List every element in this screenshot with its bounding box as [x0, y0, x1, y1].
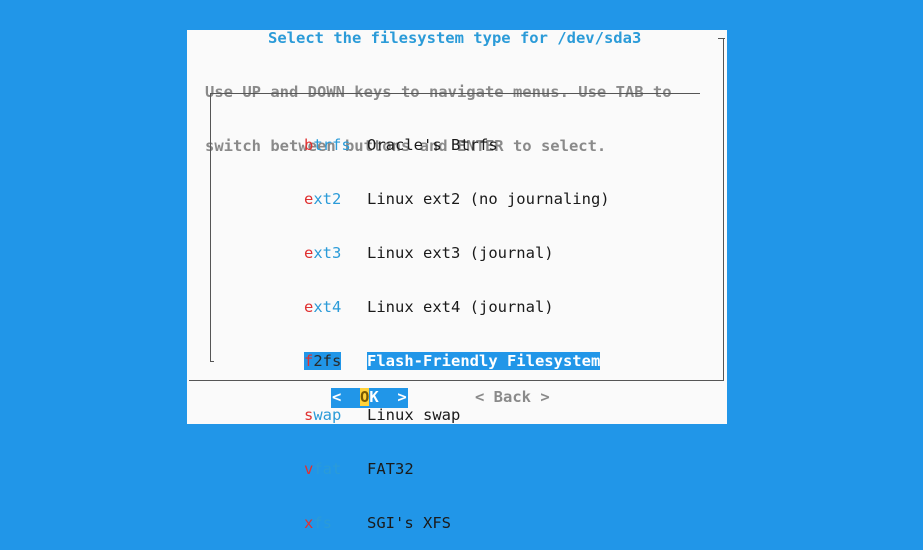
menu-item-desc: Flash-Friendly Filesystem: [367, 352, 601, 370]
menu-item-desc: Linux ext2 (no journaling): [367, 190, 610, 208]
menu-item-swap[interactable]: swap Linux swap: [304, 406, 610, 424]
menu-item-tag: swap: [304, 406, 342, 424]
menu-item-vfat[interactable]: vfat FAT32: [304, 460, 610, 478]
menu-item-desc: SGI's XFS: [367, 514, 451, 532]
menu-frame-left: [210, 93, 211, 362]
filesystem-menu: btrfs Oracle's Btrfs ext2 Linux ext2 (no…: [304, 100, 610, 550]
menu-item-desc: Linux ext4 (journal): [367, 298, 554, 316]
menu-item-xfs[interactable]: xfs SGI's XFS: [304, 514, 610, 532]
menu-item-tag: ext4: [304, 298, 342, 316]
menu-frame-top: [210, 93, 700, 94]
menu-item-f2fs[interactable]: f2fs Flash-Friendly Filesystem: [304, 352, 610, 370]
menu-frame-bottom: [210, 361, 214, 362]
menu-item-desc: Linux ext3 (journal): [367, 244, 554, 262]
menu-item-tag: xfs: [304, 514, 333, 532]
ok-hotkey: O: [360, 388, 370, 406]
menu-item-ext2[interactable]: ext2 Linux ext2 (no journaling): [304, 190, 610, 208]
menu-item-tag: vfat: [304, 460, 342, 478]
menu-item-tag: ext2: [304, 190, 342, 208]
menu-item-btrfs[interactable]: btrfs Oracle's Btrfs: [304, 136, 610, 154]
menu-item-ext4[interactable]: ext4 Linux ext4 (journal): [304, 298, 610, 316]
menu-item-desc: Linux swap: [367, 406, 461, 424]
menu-item-tag: ext3: [304, 244, 342, 262]
dialog-title: Select the filesystem type for /dev/sda3: [268, 29, 642, 47]
menu-item-tag: f2fs: [304, 352, 342, 370]
menu-item-tag: btrfs: [304, 136, 351, 154]
instructions-line-1: Use UP and DOWN keys to navigate menus. …: [205, 83, 672, 101]
menu-item-ext3[interactable]: ext3 Linux ext3 (journal): [304, 244, 610, 262]
ok-button[interactable]: < OK >: [331, 388, 408, 408]
menu-item-desc: FAT32: [367, 460, 414, 478]
back-button[interactable]: < Back >: [475, 388, 550, 408]
dialog-frame-right: [723, 38, 724, 380]
menu-item-desc: Oracle's Btrfs: [367, 136, 498, 154]
